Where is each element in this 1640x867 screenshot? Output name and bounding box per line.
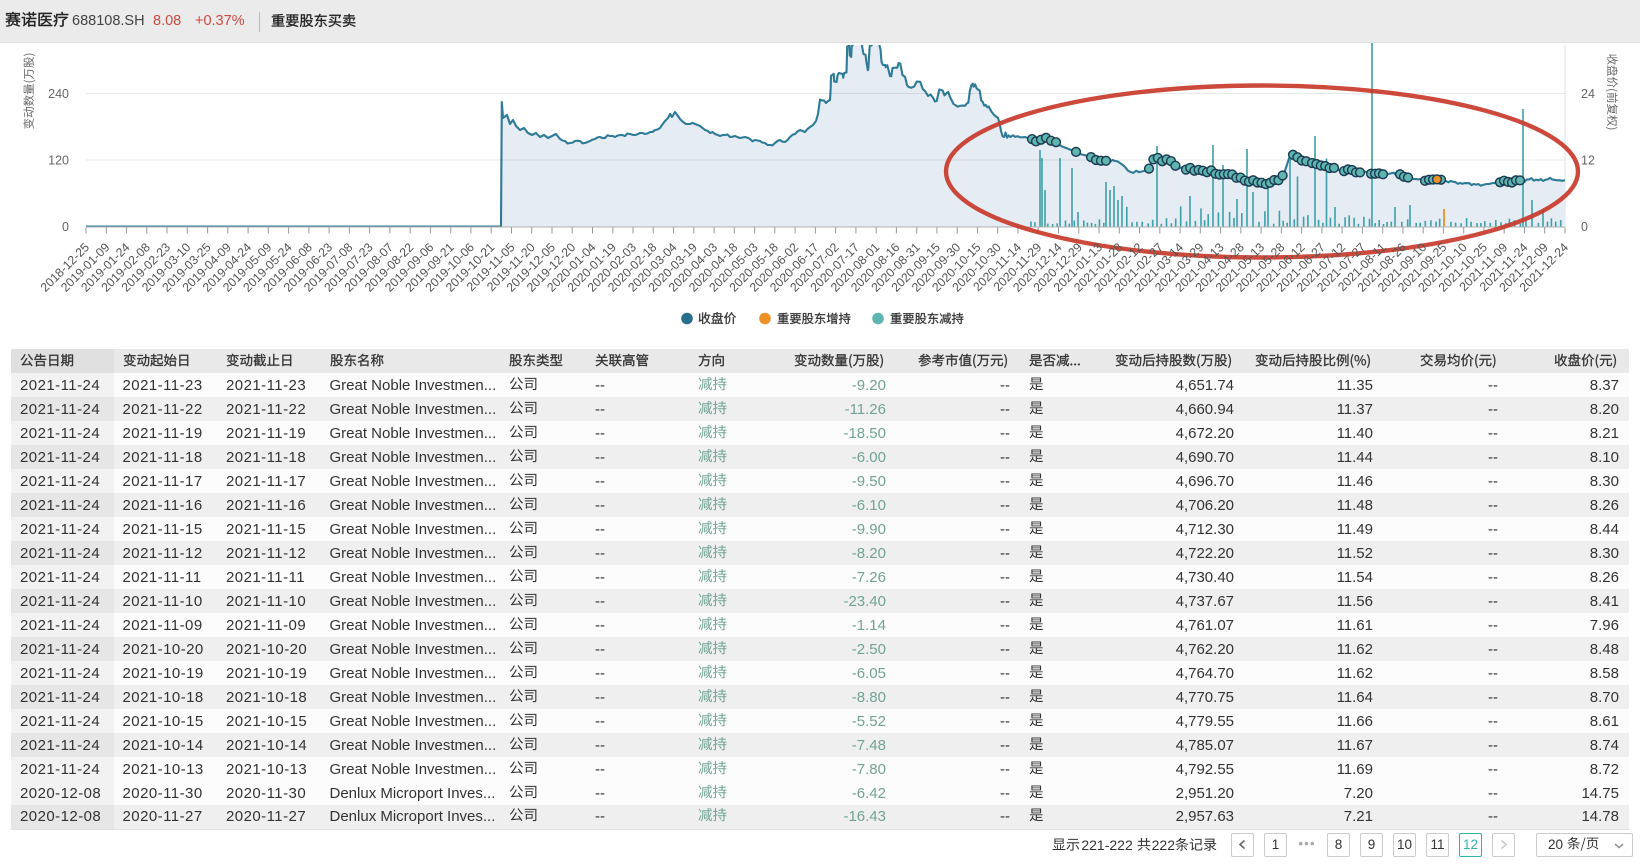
svg-text:0: 0 xyxy=(62,220,69,234)
svg-text:12: 12 xyxy=(1581,154,1595,168)
svg-text:0: 0 xyxy=(1581,220,1588,234)
svg-text:120: 120 xyxy=(48,154,69,168)
svg-text:24: 24 xyxy=(1581,87,1595,101)
svg-text:240: 240 xyxy=(48,87,69,101)
